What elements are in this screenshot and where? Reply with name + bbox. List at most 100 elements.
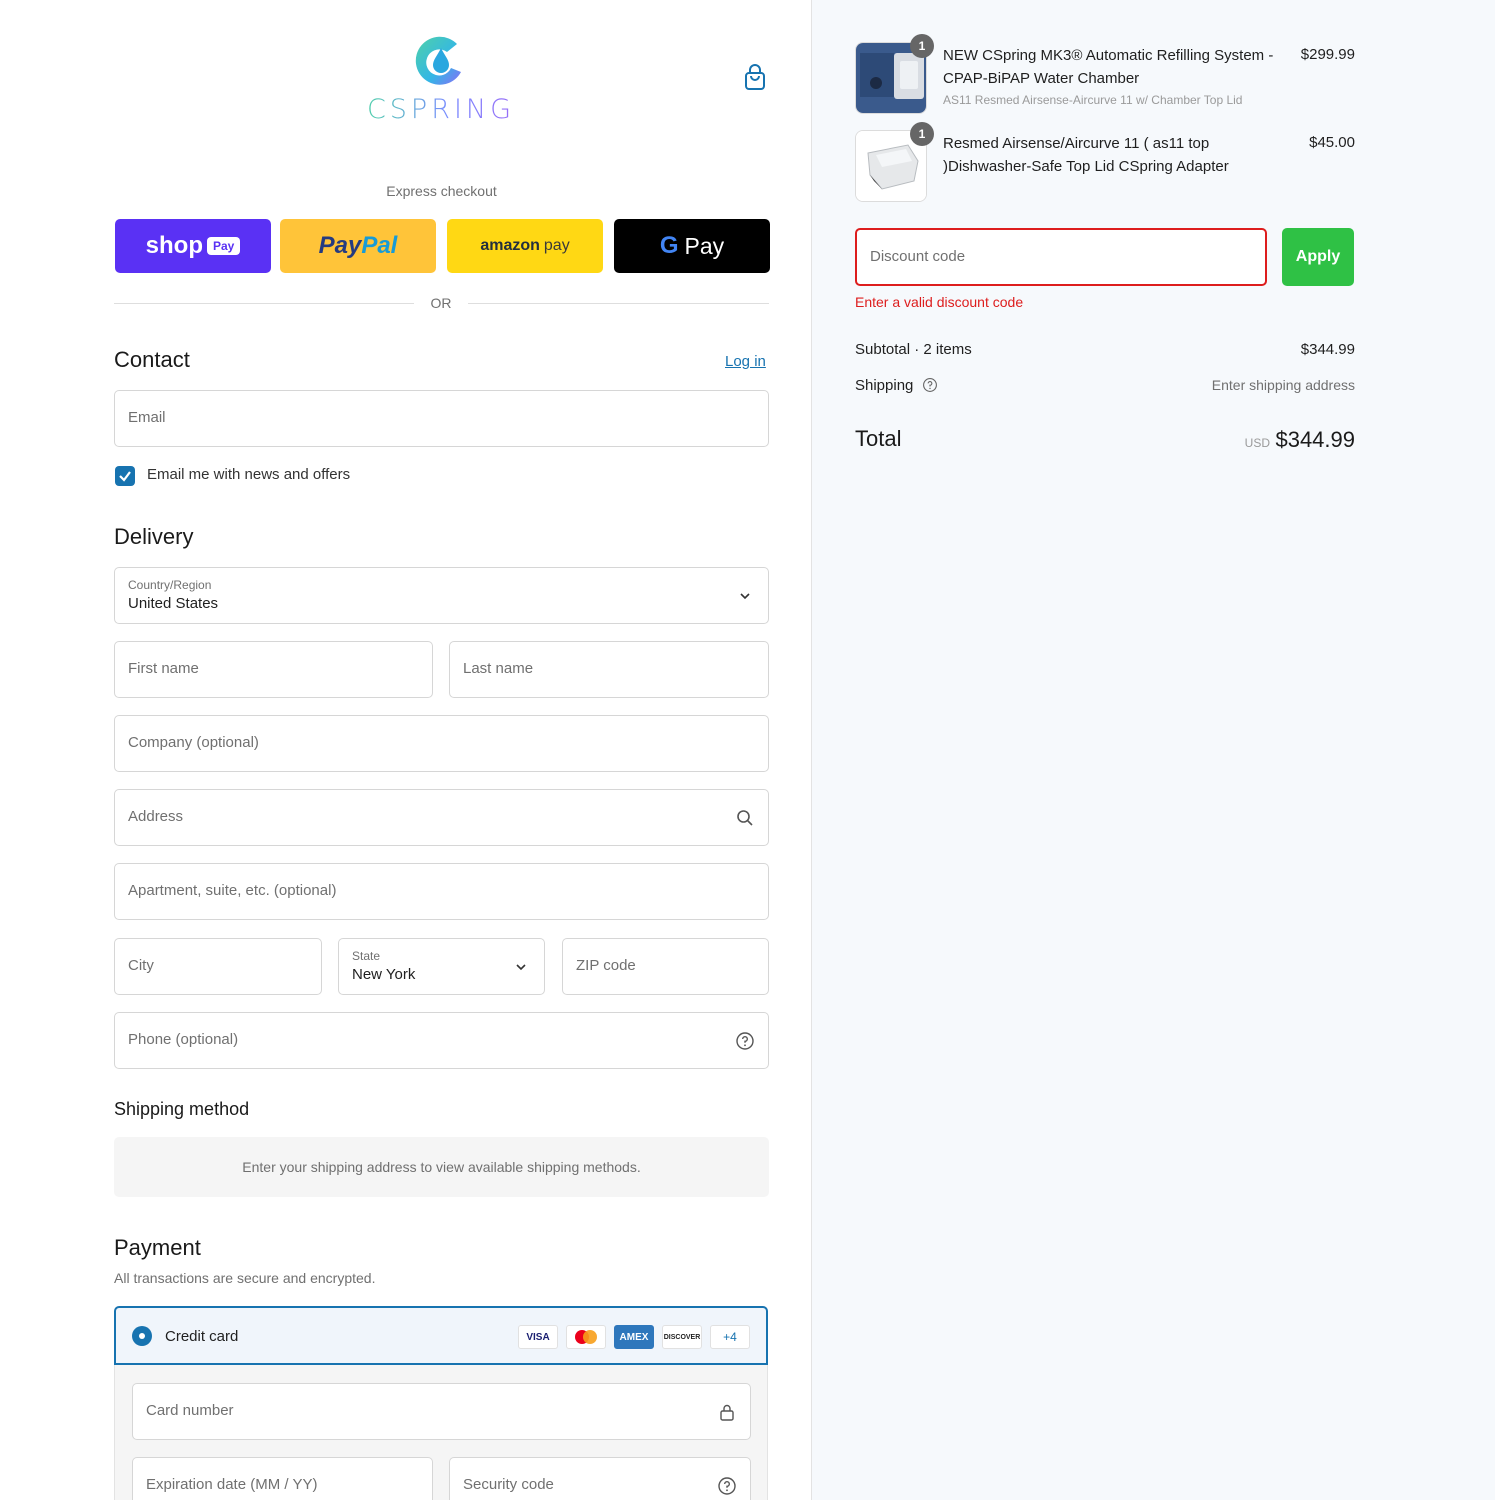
discount-placeholder: Discount code: [870, 248, 966, 265]
company-field[interactable]: Company (optional): [114, 715, 769, 772]
email-field[interactable]: Email: [114, 390, 769, 447]
login-link[interactable]: Log in: [725, 353, 766, 370]
state-value: New York: [352, 966, 416, 983]
amazon-pay-button[interactable]: amazon pay: [447, 219, 603, 273]
card-number-field[interactable]: Card number: [132, 1383, 751, 1440]
divider-line-right: [468, 303, 769, 304]
payment-heading: Payment: [114, 1235, 201, 1260]
shop-pay-text: shop: [145, 232, 203, 259]
contact-heading: Contact: [114, 347, 190, 372]
discover-icon: DISCOVER: [662, 1325, 702, 1349]
newsletter-checkbox[interactable]: [115, 466, 135, 486]
newsletter-label: Email me with news and offers: [147, 466, 351, 483]
card-number-placeholder: Card number: [146, 1402, 234, 1419]
quantity-badge: 1: [910, 34, 934, 58]
product-variant: AS11 Resmed Airsense-Aircurve 11 w/ Cham…: [943, 93, 1243, 107]
paypal-text-part1: Pay: [318, 232, 362, 259]
mastercard-icon: [566, 1325, 606, 1349]
checkout-main-panel: CSPRING Express checkout shop Pay Pay Pal…: [0, 0, 811, 1500]
brand-name: CSPRING: [366, 94, 516, 125]
order-summary-panel: [811, 0, 1495, 1500]
or-text: OR: [430, 295, 452, 311]
credit-card-fields: Card number Expiration date (MM / YY) Se…: [114, 1365, 768, 1500]
email-placeholder: Email: [128, 409, 166, 426]
chevron-down-icon: [511, 957, 531, 977]
phone-field[interactable]: Phone (optional): [114, 1012, 769, 1069]
delivery-heading: Delivery: [114, 524, 194, 549]
address-placeholder: Address: [128, 808, 184, 825]
total-currency: USD: [1244, 436, 1270, 450]
chevron-down-icon: [735, 586, 755, 606]
shop-pay-button[interactable]: shop Pay: [115, 219, 271, 273]
expiration-placeholder: Expiration date (MM / YY): [146, 1476, 318, 1493]
product-name: Resmed Airsense/Aircurve 11 ( as11 top )…: [943, 135, 1229, 175]
city-placeholder: City: [128, 957, 154, 974]
shipping-method-info: Enter your shipping address to view avai…: [114, 1137, 769, 1197]
help-icon[interactable]: [922, 377, 938, 397]
product-price: $45.00: [1309, 134, 1355, 151]
expiration-field[interactable]: Expiration date (MM / YY): [132, 1457, 433, 1500]
express-checkout-label: Express checkout: [386, 183, 497, 199]
apartment-field[interactable]: Apartment, suite, etc. (optional): [114, 863, 769, 920]
shipping-value: Enter shipping address: [1211, 377, 1355, 393]
or-divider: OR: [114, 294, 769, 312]
search-icon: [735, 808, 755, 828]
amex-icon: AMEX: [614, 1325, 654, 1349]
paypal-text-part2: Pal: [361, 232, 398, 259]
credit-card-option[interactable]: Credit card VISA AMEX DISCOVER +4: [114, 1306, 768, 1365]
first-name-placeholder: First name: [128, 660, 199, 677]
shop-pay-pill: Pay: [206, 237, 241, 255]
quantity-badge: 1: [910, 122, 934, 146]
checkmark-icon: [119, 471, 131, 482]
apply-discount-button[interactable]: Apply: [1282, 228, 1354, 286]
country-value: United States: [128, 595, 219, 612]
city-field[interactable]: City: [114, 938, 322, 995]
credit-card-radio[interactable]: [132, 1326, 152, 1346]
discount-error-message: Enter a valid discount code: [855, 294, 1024, 310]
product-price: $299.99: [1300, 46, 1355, 63]
lock-icon: [717, 1402, 737, 1422]
shopping-bag-icon[interactable]: [743, 64, 767, 92]
phone-placeholder: Phone (optional): [128, 1031, 239, 1048]
cart-line-item: 1 Resmed Airsense/Aircurve 11 ( as11 top…: [855, 122, 1355, 210]
paypal-button[interactable]: Pay Pal: [280, 219, 436, 273]
zip-field[interactable]: ZIP code: [562, 938, 769, 995]
google-pay-text: Pay: [684, 232, 725, 259]
address-field[interactable]: Address: [114, 789, 769, 846]
security-code-placeholder: Security code: [463, 1476, 554, 1493]
brand-logo[interactable]: CSPRING: [365, 30, 517, 126]
product-name: NEW CSpring MK3® Automatic Refilling Sys…: [943, 47, 1274, 87]
google-g-icon: G: [659, 232, 679, 259]
last-name-placeholder: Last name: [463, 660, 534, 677]
country-label: Country/Region: [128, 578, 212, 592]
last-name-field[interactable]: Last name: [449, 641, 769, 698]
visa-icon: VISA: [518, 1325, 558, 1349]
first-name-field[interactable]: First name: [114, 641, 433, 698]
amazon-pay-text: pay: [543, 237, 570, 254]
credit-card-label: Credit card: [165, 1328, 239, 1345]
discount-code-input[interactable]: Discount code: [855, 228, 1267, 286]
help-icon[interactable]: [717, 1476, 737, 1496]
cart-line-item: 1 NEW CSpring MK3® Automatic Refilling S…: [855, 34, 1355, 122]
help-icon[interactable]: [735, 1031, 755, 1051]
country-select[interactable]: Country/Region United States: [114, 567, 769, 624]
apartment-placeholder: Apartment, suite, etc. (optional): [128, 882, 337, 899]
zip-placeholder: ZIP code: [576, 957, 636, 974]
google-pay-button[interactable]: G Pay: [614, 219, 770, 273]
company-placeholder: Company (optional): [128, 734, 259, 751]
state-select[interactable]: State New York: [338, 938, 545, 995]
payment-subtitle: All transactions are secure and encrypte…: [114, 1270, 376, 1286]
shipping-label: Shipping: [855, 377, 914, 394]
shipping-method-heading: Shipping method: [114, 1099, 250, 1119]
more-cards-badge: +4: [710, 1325, 750, 1349]
shipping-label-row: Shipping: [855, 377, 938, 397]
security-code-field[interactable]: Security code: [449, 1457, 751, 1500]
state-label: State: [352, 949, 381, 963]
divider-line-left: [114, 303, 414, 304]
cspring-logo-icon: [415, 36, 461, 85]
subtotal-label: Subtotal · 2 items: [855, 341, 972, 358]
subtotal-value: $344.99: [1300, 341, 1355, 358]
total-value: $344.99: [1275, 427, 1355, 452]
amazon-text: amazon: [480, 237, 540, 254]
total-label: Total: [855, 426, 902, 451]
